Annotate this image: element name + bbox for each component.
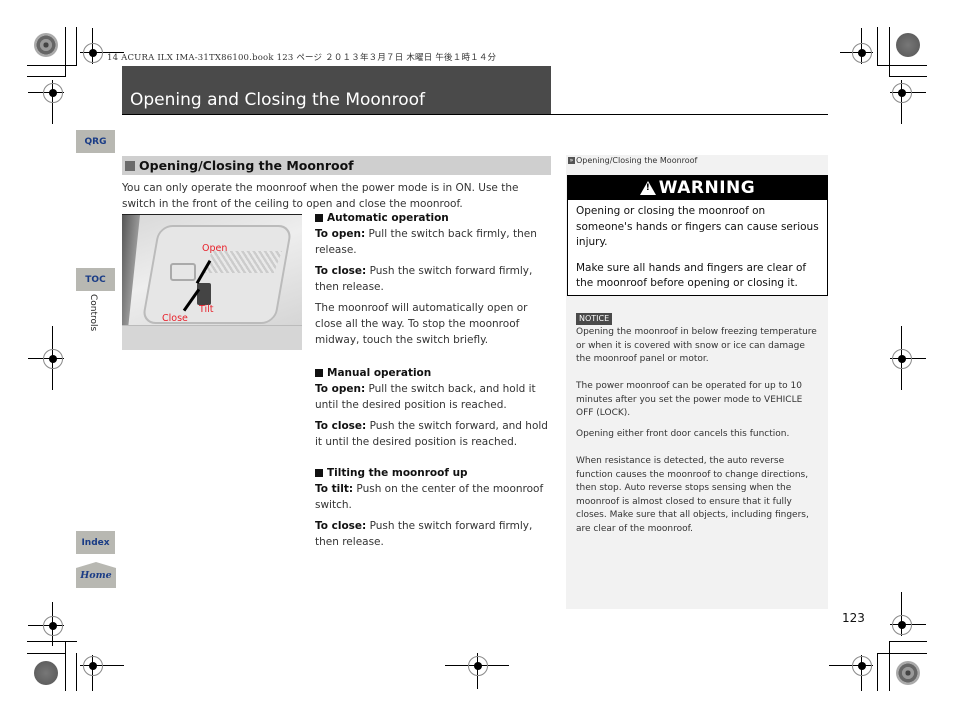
tilt-close-instruction: To close: Push the switch forward firmly… [315,520,533,548]
registration-mark-icon [892,83,912,103]
registration-mark-icon [43,616,63,636]
manual-close-instruction: To close: Push the switch forward, and h… [315,420,548,448]
warning-box: WARNING Opening or closing the moonroof … [567,175,828,296]
intro-paragraph: You can only operate the moonroof when t… [122,182,519,210]
warning-triangle-icon [639,181,656,195]
sidebar-reference-link[interactable]: » Opening/Closing the Moonroof [568,156,697,165]
page-title: Opening and Closing the Moonroof [130,90,425,110]
color-registration-icon [34,661,58,685]
home-button[interactable]: Home [76,562,116,588]
bullet-square-icon [315,369,323,377]
registration-mark-icon [892,615,912,635]
automatic-heading: Automatic operation [315,210,553,226]
warning-text-2: Make sure all hands and fingers are clea… [576,261,807,290]
notice-text: Opening the moonroof in below freezing t… [576,327,817,364]
warning-header: WARNING [568,176,827,200]
front-door-note: Opening either front door cancels this f… [576,429,790,439]
registration-mark-icon [892,349,912,369]
manual-open-instruction: To open: Pull the switch back, and hold … [315,383,536,411]
bullet-square-icon [315,214,323,222]
figure-label-close: Close [162,313,188,324]
moonroof-switch-illustration: Open Tilt Close [122,214,302,350]
color-registration-icon [896,661,920,685]
power-moonroof-note: The power moonroof can be operated for u… [576,381,803,418]
automatic-open-instruction: To open: Pull the switch back firmly, th… [315,228,537,256]
automatic-operation: Automatic operation To open: Pull the sw… [315,210,553,348]
section-tab-label: Controls [88,294,98,332]
registration-mark-icon [468,656,488,676]
toc-button[interactable]: TOC [76,268,115,291]
title-rule [122,114,828,115]
automatic-note: The moonroof will automatically open or … [315,302,528,346]
bullet-square-icon [315,469,323,477]
moonroof-switch-icon [197,283,211,305]
registration-mark-icon [852,43,872,63]
registration-mark-icon [43,83,63,103]
registration-mark-icon [852,656,872,676]
index-button[interactable]: Index [76,531,115,554]
book-file-header: 14 ACURA ILX IMA-31TX86100.book 123 ページ … [107,53,497,63]
warning-text-1: Opening or closing the moonroof on someo… [576,205,819,248]
manual-heading: Manual operation [315,365,553,381]
registration-mark-icon [83,43,103,63]
notice-badge: NOTICE [576,313,613,325]
registration-mark-icon [43,349,63,369]
color-registration-icon [896,33,920,57]
figure-label-tilt: Tilt [199,304,214,315]
tilting-operation: Tilting the moonroof up To tilt: Push on… [315,465,553,550]
color-registration-icon [34,33,58,57]
tilting-heading: Tilting the moonroof up [315,465,553,481]
registration-mark-icon [83,656,103,676]
section-heading-text: Opening/Closing the Moonroof [139,158,354,173]
qrg-button[interactable]: QRG [76,130,115,153]
section-square-icon [125,160,135,171]
tilt-instruction: To tilt: Push on the center of the moonr… [315,483,544,511]
title-bar: Opening and Closing the Moonroof [122,66,551,114]
section-heading: Opening/Closing the Moonroof [122,156,551,175]
automatic-close-instruction: To close: Push the switch forward firmly… [315,265,533,293]
auto-reverse-note: When resistance is detected, the auto re… [576,456,809,534]
home-label: Home [80,570,112,581]
page-number: 123 [842,611,865,625]
manual-operation: Manual operation To open: Pull the switc… [315,365,553,450]
figure-label-open: Open [202,243,228,254]
reference-arrow-icon: » [568,157,575,164]
